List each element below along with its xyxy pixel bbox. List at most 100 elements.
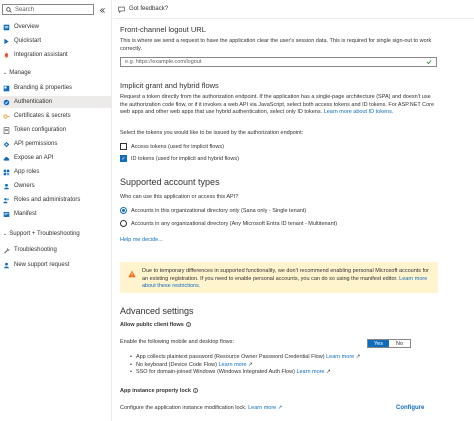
list-item: SSO for domain-joined Windows (Windows I… [130,369,360,377]
toggle-no[interactable]: No [389,340,410,347]
help-me-decide-link[interactable]: Help me decide... [120,237,163,243]
sidebar-item-label: Troubleshooting [14,247,57,253]
support-section-header[interactable]: ⌄ Support + Troubleshooting [3,231,80,237]
id-tokens-checkbox[interactable]: ✓ [120,155,127,162]
manifest-icon [3,211,10,218]
sidebar-item-label: App roles [14,169,40,175]
cloud-icon [3,155,10,162]
sidebar-item-quickstart[interactable]: Quickstart [0,35,112,47]
manage-section-header[interactable]: ⌄ Manage [3,70,31,76]
sidebar-item-label: API permissions [14,141,58,147]
branding-icon [3,85,10,92]
single-tenant-option[interactable]: Accounts in this organizational director… [120,207,306,214]
external-link-icon: ↗ [277,405,283,411]
sidebar-item-app-roles[interactable]: App roles [0,166,112,178]
sidebar-item-label: Authentication [14,99,53,105]
double-chevron-left-icon [99,7,105,13]
bullet-text: SSO for domain-joined Windows (Windows I… [135,369,295,375]
multitenant-radio[interactable] [120,220,127,227]
public-client-flows-text: Allow public client flows [120,322,184,328]
id-tokens-row[interactable]: ✓ ID tokens (used for implicit and hybri… [120,155,239,162]
sidebar-item-troubleshooting[interactable]: Troubleshooting [0,244,112,256]
public-client-flows-label: Allow public client flows i [120,322,191,330]
sidebar-item-integration-assistant[interactable]: Integration assistant [0,49,112,61]
access-tokens-label: Access tokens (used for implicit flows) [131,143,224,150]
warning-text: Due to temporary differences in supporte… [142,268,430,289]
configure-button[interactable]: Configure [396,405,424,411]
feedback-button[interactable]: Got feedback? [118,6,168,13]
chevron-down-icon: ⌄ [3,231,8,237]
bullet-text: App collects plaintext password (Resourc… [135,354,325,360]
key-icon [3,113,10,120]
sidebar-item-label: Manifest [14,211,37,217]
enable-flows-label: Enable the following mobile and desktop … [120,339,235,345]
warning-banner: Due to temporary differences in supporte… [120,262,438,293]
public-flows-toggle[interactable]: Yes No [367,339,411,348]
info-icon[interactable]: i [185,322,191,328]
app-roles-icon [3,169,10,176]
api-permissions-icon [3,141,10,148]
roles-icon [3,197,10,204]
logout-url-title: Front-channel logout URL [120,25,206,34]
single-tenant-label: Accounts in this organizational director… [131,207,307,214]
authentication-icon [3,99,10,106]
sidebar-item-certificates[interactable]: Certificates & secrets [0,110,112,122]
learn-more-link[interactable]: Learn more [326,354,354,360]
rocket-icon [3,52,10,59]
checkmark-icon [426,60,432,65]
sidebar-item-label: Owners [14,183,35,189]
learn-more-id-tokens-link[interactable]: Learn more about ID tokens. [324,109,394,115]
implicit-grant-description: Request a token directly from the author… [120,94,438,117]
access-tokens-row[interactable]: Access tokens (used for implicit flows) [120,143,224,150]
sidebar-item-label: Overview [14,24,40,30]
list-item: App collects plaintext password (Resourc… [130,354,360,362]
logout-url-placeholder: e.g. https://example.com/logout [125,59,202,65]
sidebar-item-api-permissions[interactable]: API permissions [0,138,112,150]
sidebar-item-label: Branding & properties [14,85,73,91]
sidebar-item-label: Quickstart [14,38,42,44]
search-icon [6,6,12,13]
section-label: Support + Troubleshooting [9,231,80,237]
sidebar-item-expose-api[interactable]: Expose an API [0,152,112,164]
sidebar-item-overview[interactable]: Overview [0,21,112,33]
advanced-settings-title: Advanced settings [120,306,194,316]
multitenant-option[interactable]: Accounts in any organizational directory… [120,220,337,227]
overview-icon [3,24,10,31]
learn-more-lock-link[interactable]: Learn more [248,405,276,411]
support-icon [3,262,10,269]
external-link-icon: ↗ [248,361,253,368]
sidebar-item-label: Integration assistant [14,52,68,58]
collapse-sidebar-button[interactable] [97,5,107,15]
info-icon[interactable]: i [192,388,198,394]
warning-message: Due to temporary differences in supporte… [142,268,429,282]
external-link-icon: ↗ [355,354,361,360]
sidebar-item-roles-admins[interactable]: Roles and administrators [0,194,112,206]
sidebar-item-manifest[interactable]: Manifest [0,208,112,220]
search-input[interactable]: Search [15,7,34,13]
sidebar-item-new-support-request[interactable]: New support request [0,259,112,271]
sidebar-item-token-configuration[interactable]: Token configuration [0,124,112,136]
wrench-icon [3,247,10,254]
toggle-yes[interactable]: Yes [368,340,389,347]
sidebar-item-label: Token configuration [14,127,67,133]
logout-url-input[interactable]: e.g. https://example.com/logout [120,57,437,67]
supported-account-types-title: Supported account types [120,177,220,187]
learn-more-link[interactable]: Learn more [296,369,324,375]
quickstart-icon [3,38,10,45]
logout-url-description: This is where we send a request to have … [120,38,432,52]
sidebar-item-label: Certificates & secrets [14,113,71,119]
feedback-icon [118,6,125,13]
single-tenant-radio[interactable] [120,207,127,214]
sidebar: Search Overview Quickstart Integration a… [0,0,112,421]
learn-more-link[interactable]: Learn more [218,362,246,368]
instance-lock-title: App instance property lock i [120,388,198,396]
token-icon [3,126,10,134]
sidebar-item-owners[interactable]: Owners [0,180,112,192]
instance-lock-desc-text: Configure the application instance modif… [120,405,247,411]
list-item: No keyboard (Device Code Flow) Learn mor… [130,362,360,370]
sidebar-item-authentication[interactable]: Authentication [0,96,112,108]
access-tokens-checkbox[interactable] [120,143,127,150]
sidebar-item-branding[interactable]: Branding & properties [0,82,112,94]
search-box[interactable]: Search [2,4,94,15]
section-label: Manage [9,70,31,76]
